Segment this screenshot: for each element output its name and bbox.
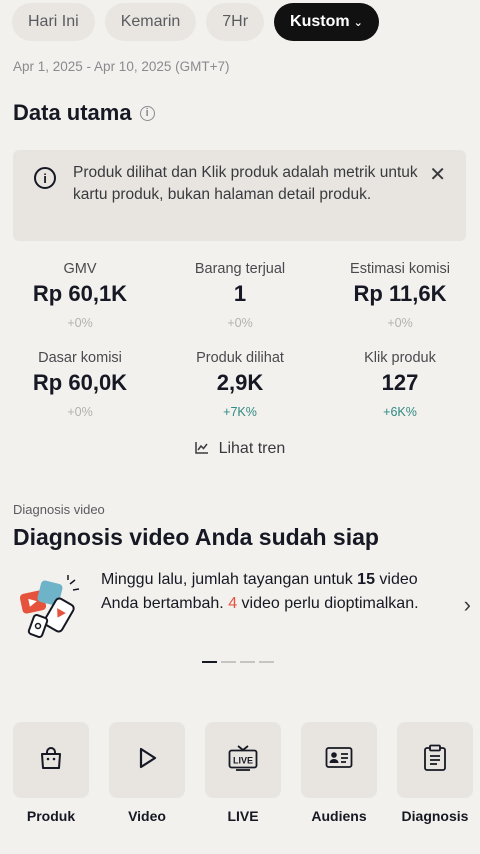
notice-text: Produk dilihat dan Klik produk adalah me… bbox=[73, 164, 418, 203]
metric-dasar-komisi[interactable]: Dasar komisi Rp 60,0K +0% bbox=[0, 347, 160, 436]
nav-icon-box bbox=[301, 722, 377, 798]
tab-kemarin[interactable]: Kemarin bbox=[104, 3, 197, 41]
metric-value: Rp 11,6K bbox=[353, 281, 447, 306]
chevron-right-icon[interactable]: › bbox=[464, 592, 471, 618]
tab-label: 7Hr bbox=[222, 13, 249, 30]
metrics-row: GMV Rp 60,1K +0% Barang terjual 1 +0% Es… bbox=[0, 258, 480, 347]
metrics-row: Dasar komisi Rp 60,0K +0% Produk dilihat… bbox=[0, 347, 480, 436]
section-title: Data utama i bbox=[13, 100, 155, 126]
metric-change: +0% bbox=[67, 405, 93, 419]
carousel-indicator bbox=[202, 661, 274, 663]
tab-label: Kustom bbox=[290, 13, 350, 30]
tab-label: Hari Ini bbox=[28, 13, 79, 30]
nav-item-diagnosis[interactable]: Diagnosis bbox=[397, 722, 473, 824]
metric-estimasi-komisi[interactable]: Estimasi komisi Rp 11,6K +0% bbox=[320, 258, 480, 347]
view-trend-link[interactable]: Lihat tren bbox=[0, 440, 480, 458]
carousel-dot[interactable] bbox=[240, 661, 255, 663]
diagnosis-video-count: 15 bbox=[357, 571, 375, 588]
metric-label: Estimasi komisi bbox=[350, 261, 450, 277]
trend-chart-icon bbox=[194, 440, 213, 456]
nav-label: Audiens bbox=[311, 808, 367, 824]
metric-value: Rp 60,1K bbox=[32, 281, 128, 306]
metric-produk-dilihat[interactable]: Produk dilihat 2,9K +7K% bbox=[160, 347, 320, 436]
period-tabs: Hari Ini Kemarin 7Hr Kustom ⌄ bbox=[12, 3, 379, 41]
shopping-bag-icon bbox=[38, 745, 64, 776]
metric-label: GMV bbox=[63, 261, 97, 277]
nav-icon-box: LIVE bbox=[205, 722, 281, 798]
info-icon[interactable]: i bbox=[139, 105, 155, 121]
nav-label: Diagnosis bbox=[401, 808, 469, 824]
nav-item-produk[interactable]: Produk bbox=[13, 722, 89, 824]
diagnosis-optimize-count: 4 bbox=[228, 595, 238, 612]
close-icon[interactable]: ✕ bbox=[429, 162, 446, 187]
nav-item-live[interactable]: LIVE LIVE bbox=[205, 722, 281, 824]
nav-item-audiens[interactable]: Audiens bbox=[301, 722, 377, 824]
nav-label: Video bbox=[128, 808, 166, 824]
metric-barang-terjual[interactable]: Barang terjual 1 +0% bbox=[160, 258, 320, 347]
date-range: Apr 1, 2025 - Apr 10, 2025 (GMT+7) bbox=[13, 59, 230, 74]
nav-label: Produk bbox=[26, 808, 76, 824]
metric-label: Dasar komisi bbox=[38, 350, 122, 366]
metric-klik-produk[interactable]: Klik produk 127 +6K% bbox=[320, 347, 480, 436]
info-icon: i bbox=[34, 167, 56, 189]
tab-label: Kemarin bbox=[120, 13, 181, 30]
trend-label: Lihat tren bbox=[218, 440, 286, 457]
nav-icon-box bbox=[109, 722, 185, 798]
nav-label: LIVE bbox=[227, 808, 259, 824]
carousel-dot[interactable] bbox=[221, 661, 236, 663]
live-tv-icon: LIVE bbox=[228, 744, 258, 777]
diagnosis-message: Minggu lalu, jumlah tayangan untuk 15 vi… bbox=[101, 568, 441, 616]
diagnosis-title: Diagnosis video Anda sudah siap bbox=[13, 524, 379, 550]
metric-label: Klik produk bbox=[364, 350, 436, 366]
tab-kustom[interactable]: Kustom ⌄ bbox=[274, 3, 379, 41]
metric-change: +0% bbox=[67, 316, 93, 330]
metric-change: +0% bbox=[227, 316, 253, 330]
nav-item-video[interactable]: Video bbox=[109, 722, 185, 824]
metrics-grid: GMV Rp 60,1K +0% Barang terjual 1 +0% Es… bbox=[0, 258, 480, 436]
metric-label: Produk dilihat bbox=[196, 350, 284, 366]
metric-label: Barang terjual bbox=[194, 261, 286, 277]
section-title-text: Data utama bbox=[13, 100, 132, 125]
carousel-dot[interactable] bbox=[259, 661, 274, 663]
metric-value: Rp 60,0K bbox=[32, 370, 128, 395]
play-icon bbox=[134, 745, 160, 776]
carousel-dot[interactable] bbox=[202, 661, 217, 663]
tab-hari-ini[interactable]: Hari Ini bbox=[12, 3, 95, 41]
metric-value: 2,9K bbox=[216, 370, 264, 395]
video-diagnosis-illustration-icon bbox=[17, 574, 83, 640]
diagnosis-card[interactable]: Minggu lalu, jumlah tayangan untuk 15 vi… bbox=[13, 568, 473, 640]
nav-icon-box bbox=[397, 722, 473, 798]
nav-icon-box bbox=[13, 722, 89, 798]
audience-card-icon bbox=[325, 746, 353, 775]
metric-gmv[interactable]: GMV Rp 60,1K +0% bbox=[0, 258, 160, 347]
notice-banner: i Produk dilihat dan Klik produk adalah … bbox=[13, 150, 466, 241]
metric-value: 1 bbox=[233, 281, 247, 306]
svg-text:LIVE: LIVE bbox=[233, 755, 253, 765]
metric-change: +7K% bbox=[223, 405, 257, 419]
diagnosis-text: video perlu dioptimalkan. bbox=[237, 595, 419, 612]
clipboard-icon bbox=[423, 744, 447, 777]
diagnosis-text: Minggu lalu, jumlah tayangan untuk bbox=[101, 571, 358, 588]
chevron-down-icon: ⌄ bbox=[353, 16, 363, 29]
diagnosis-section-label: Diagnosis video bbox=[13, 502, 105, 517]
metric-change: +6K% bbox=[383, 405, 417, 419]
tab-7hr[interactable]: 7Hr bbox=[206, 3, 265, 41]
metric-change: +0% bbox=[387, 316, 413, 330]
metric-value: 127 bbox=[381, 370, 419, 395]
